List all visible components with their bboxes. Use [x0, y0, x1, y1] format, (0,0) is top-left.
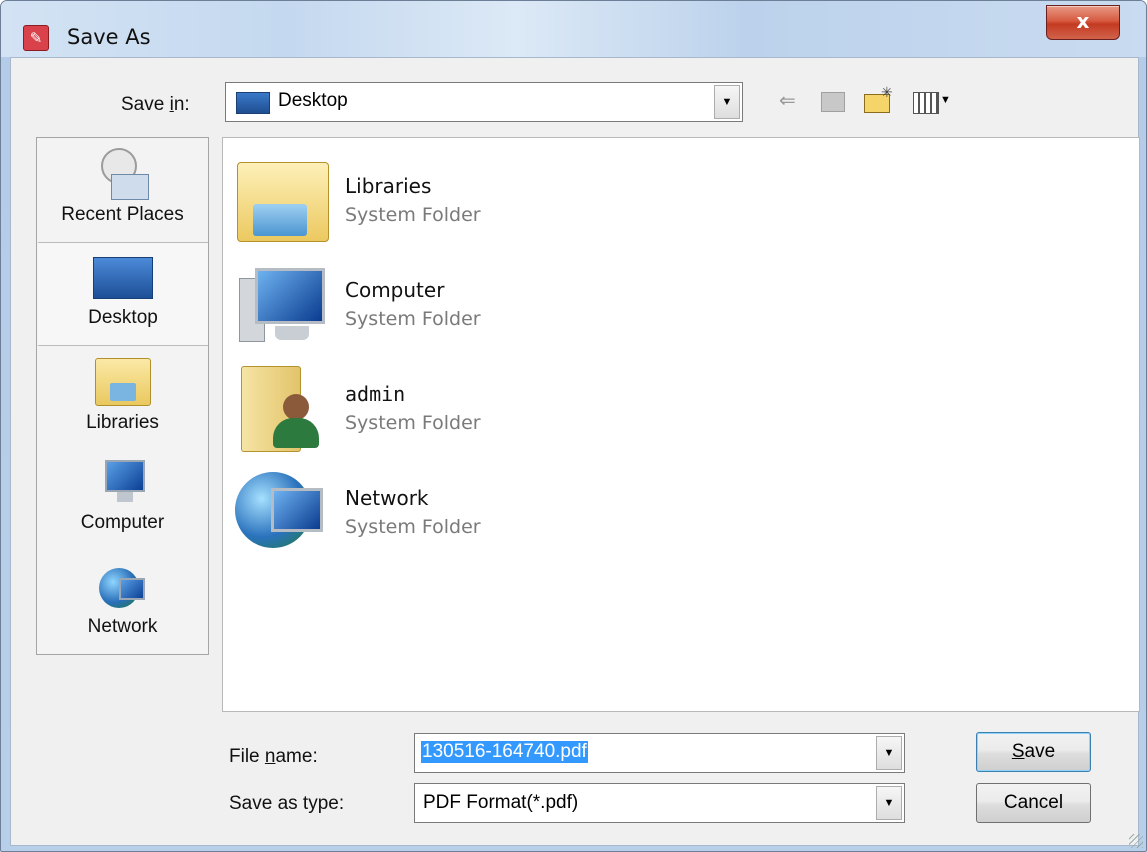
place-libraries[interactable]: Libraries — [37, 350, 208, 450]
file-item-computer[interactable]: Computer System Folder — [235, 256, 735, 351]
chevron-down-icon[interactable]: ▼ — [876, 736, 902, 770]
place-network[interactable]: Network — [37, 558, 208, 658]
network-icon — [98, 564, 147, 612]
libraries-icon — [94, 358, 151, 406]
close-button[interactable]: x — [1046, 5, 1120, 40]
network-icon — [235, 464, 330, 559]
place-computer[interactable]: Computer — [37, 454, 208, 554]
save-in-dropdown[interactable]: Desktop ▼ — [225, 82, 743, 122]
back-arrow-icon[interactable]: ⇐ — [779, 88, 796, 112]
computer-icon — [99, 460, 147, 504]
recent-places-icon — [97, 148, 149, 200]
file-name-value[interactable]: 130516-164740.pdf — [421, 741, 588, 763]
chevron-down-icon[interactable]: ▼ — [714, 85, 740, 119]
up-folder-icon[interactable] — [821, 92, 845, 112]
file-list[interactable]: Libraries System Folder Computer System … — [222, 137, 1140, 712]
save-in-label: Save in: — [121, 94, 190, 115]
places-sidebar: Recent Places Desktop Libraries Computer… — [36, 137, 209, 655]
save-in-value: Desktop — [278, 90, 348, 111]
desktop-icon — [236, 92, 270, 114]
file-name-label: File name: — [229, 746, 318, 767]
save-type-value: PDF Format(*.pdf) — [423, 792, 579, 813]
save-type-dropdown[interactable]: PDF Format(*.pdf) ▼ — [414, 783, 905, 823]
libraries-folder-icon — [235, 152, 330, 247]
user-folder-icon — [235, 360, 330, 455]
title-bar[interactable]: ✎ Save As x — [1, 1, 1146, 57]
app-icon: ✎ — [23, 25, 49, 51]
chevron-down-icon[interactable]: ▼ — [876, 786, 902, 820]
file-name-input[interactable]: 130516-164740.pdf ▼ — [414, 733, 905, 773]
computer-icon — [235, 256, 330, 351]
sparkle-icon: ✳ — [881, 84, 893, 100]
file-item-network[interactable]: Network System Folder — [235, 464, 735, 559]
save-type-label: Save as type: — [229, 793, 345, 814]
desktop-icon — [93, 257, 153, 299]
view-chevron-icon[interactable]: ▼ — [940, 94, 951, 106]
view-menu-icon[interactable] — [913, 92, 939, 114]
file-item-admin[interactable]: admin System Folder — [235, 360, 735, 455]
resize-grip[interactable] — [1129, 834, 1143, 848]
place-desktop[interactable]: Desktop — [38, 242, 208, 346]
file-item-libraries[interactable]: Libraries System Folder — [235, 152, 735, 247]
window-title: Save As — [67, 25, 151, 49]
save-button[interactable]: Save — [976, 732, 1091, 772]
place-recent-places[interactable]: Recent Places — [37, 138, 208, 238]
cancel-button[interactable]: Cancel — [976, 783, 1091, 823]
save-as-dialog: ✎ Save As x Save in: Desktop ▼ ⇐ ✳ ▼ Rec… — [0, 0, 1147, 852]
